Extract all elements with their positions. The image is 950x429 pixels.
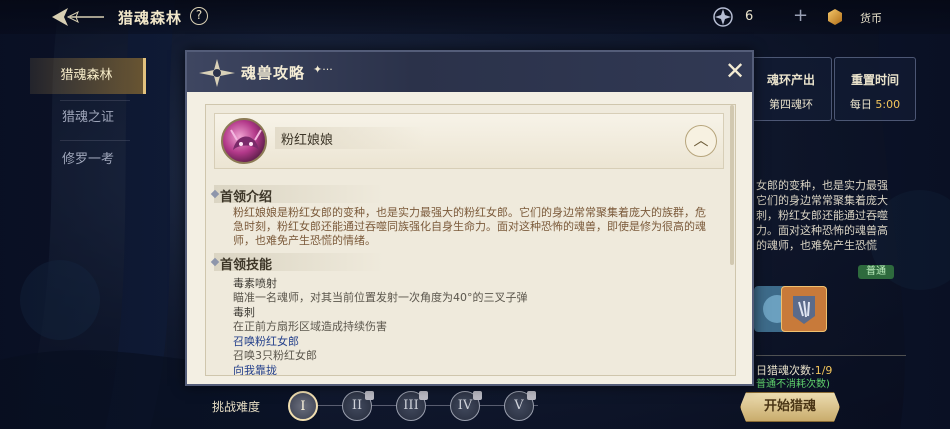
sidebar-item-hunting-proof[interactable]: 猎魂之证	[30, 100, 146, 136]
ring-output-value: 第四魂环	[769, 98, 813, 111]
reset-time-title: 重置时间	[850, 73, 899, 87]
background-divider	[756, 355, 906, 356]
reset-time: 5:00	[875, 98, 901, 111]
sidebar-divider	[60, 140, 130, 141]
hunt-note: 普通不消耗次数)	[756, 379, 830, 390]
difficulty-badge: 普通	[858, 265, 894, 279]
page-title: 猎魂森林	[118, 9, 183, 27]
difficulty-label: 挑战难度	[212, 400, 261, 414]
skill-icon-claw[interactable]	[781, 286, 827, 332]
reset-time-value: 每日 5:00	[835, 96, 915, 112]
back-arrow-icon[interactable]	[48, 4, 106, 30]
difficulty-level-1[interactable]: I	[288, 391, 318, 421]
skill-description: 瞄准一名魂师，对其当前位置发射一次角度为40°的三叉子弹	[233, 291, 528, 304]
boss-intro-text: 粉红娘娘是粉红女郎的变种，也是实力最强大的粉红女郎。它们的身边常常聚集着庞大的族…	[233, 206, 706, 247]
diamond-bullet-icon	[210, 189, 220, 199]
skills-section-title: 首领技能	[220, 258, 273, 273]
modal-title-ornament: ✦···	[313, 63, 333, 76]
lock-icon	[365, 391, 374, 400]
sidebar-item-asura-exam[interactable]: 修罗一考	[30, 142, 146, 178]
ring-output-box: 魂环产出 第四魂环	[750, 57, 832, 121]
add-currency-button[interactable]: +	[793, 5, 808, 26]
scrollbar-thumb[interactable]	[730, 105, 734, 265]
skills-section-header: 首领技能	[210, 253, 384, 273]
soul-count: 6	[745, 9, 754, 24]
lock-icon	[473, 391, 482, 400]
boss-name: 粉红娘娘	[281, 133, 334, 148]
ring-output-title: 魂环产出	[766, 73, 815, 87]
diamond-bullet-icon	[210, 257, 220, 267]
start-hunt-button[interactable]: 开始猎魂	[740, 392, 840, 422]
boss-card: 粉红娘娘 ︿	[214, 113, 724, 169]
background-boss-description: 女郎的变种，也是实力最强它们的身边常常聚集着庞大刺，粉红女郎还能通过吞噬力。面对…	[756, 179, 888, 252]
intro-section-title: 首领介绍	[220, 190, 273, 205]
compass-emblem-icon	[199, 59, 235, 87]
modal-title: 魂兽攻略	[241, 64, 306, 82]
reset-time-prefix: 每日	[849, 98, 872, 111]
boss-guide-modal: 魂兽攻略 ✦··· ✕ 粉红娘娘 ︿ 首领介绍 粉红娘娘是粉红女郎的变种，也是实…	[185, 50, 754, 386]
help-button[interactable]: ?	[190, 7, 208, 25]
boss-portrait-icon	[230, 129, 262, 150]
reset-time-box: 重置时间 每日 5:00	[834, 57, 916, 121]
soul-emblem-icon	[713, 7, 733, 27]
top-bar: 猎魂森林 ? 6 + 货币	[0, 0, 950, 34]
close-icon[interactable]: ✕	[723, 59, 747, 83]
skill-description: 在正前方扇形区域造成持续伤害	[233, 320, 387, 333]
currency-label: 货币	[860, 12, 882, 25]
skill-description: 召唤3只粉红女郎	[233, 349, 317, 362]
collapse-button[interactable]: ︿	[685, 125, 717, 157]
modal-header: 魂兽攻略 ✦··· ✕	[187, 52, 752, 92]
boss-avatar	[221, 118, 267, 164]
intro-section-header: 首领介绍	[210, 185, 384, 205]
skill-name: 向我靠拢	[233, 364, 277, 376]
coin-icon	[828, 9, 842, 25]
guide-scroll-area[interactable]: 粉红娘娘 ︿ 首领介绍 粉红娘娘是粉红女郎的变种，也是实力最强大的粉红女郎。它们…	[205, 104, 736, 376]
lock-icon	[527, 391, 536, 400]
lock-icon	[419, 391, 428, 400]
sidebar-item-hunting-forest[interactable]: 猎魂森林	[30, 58, 146, 94]
